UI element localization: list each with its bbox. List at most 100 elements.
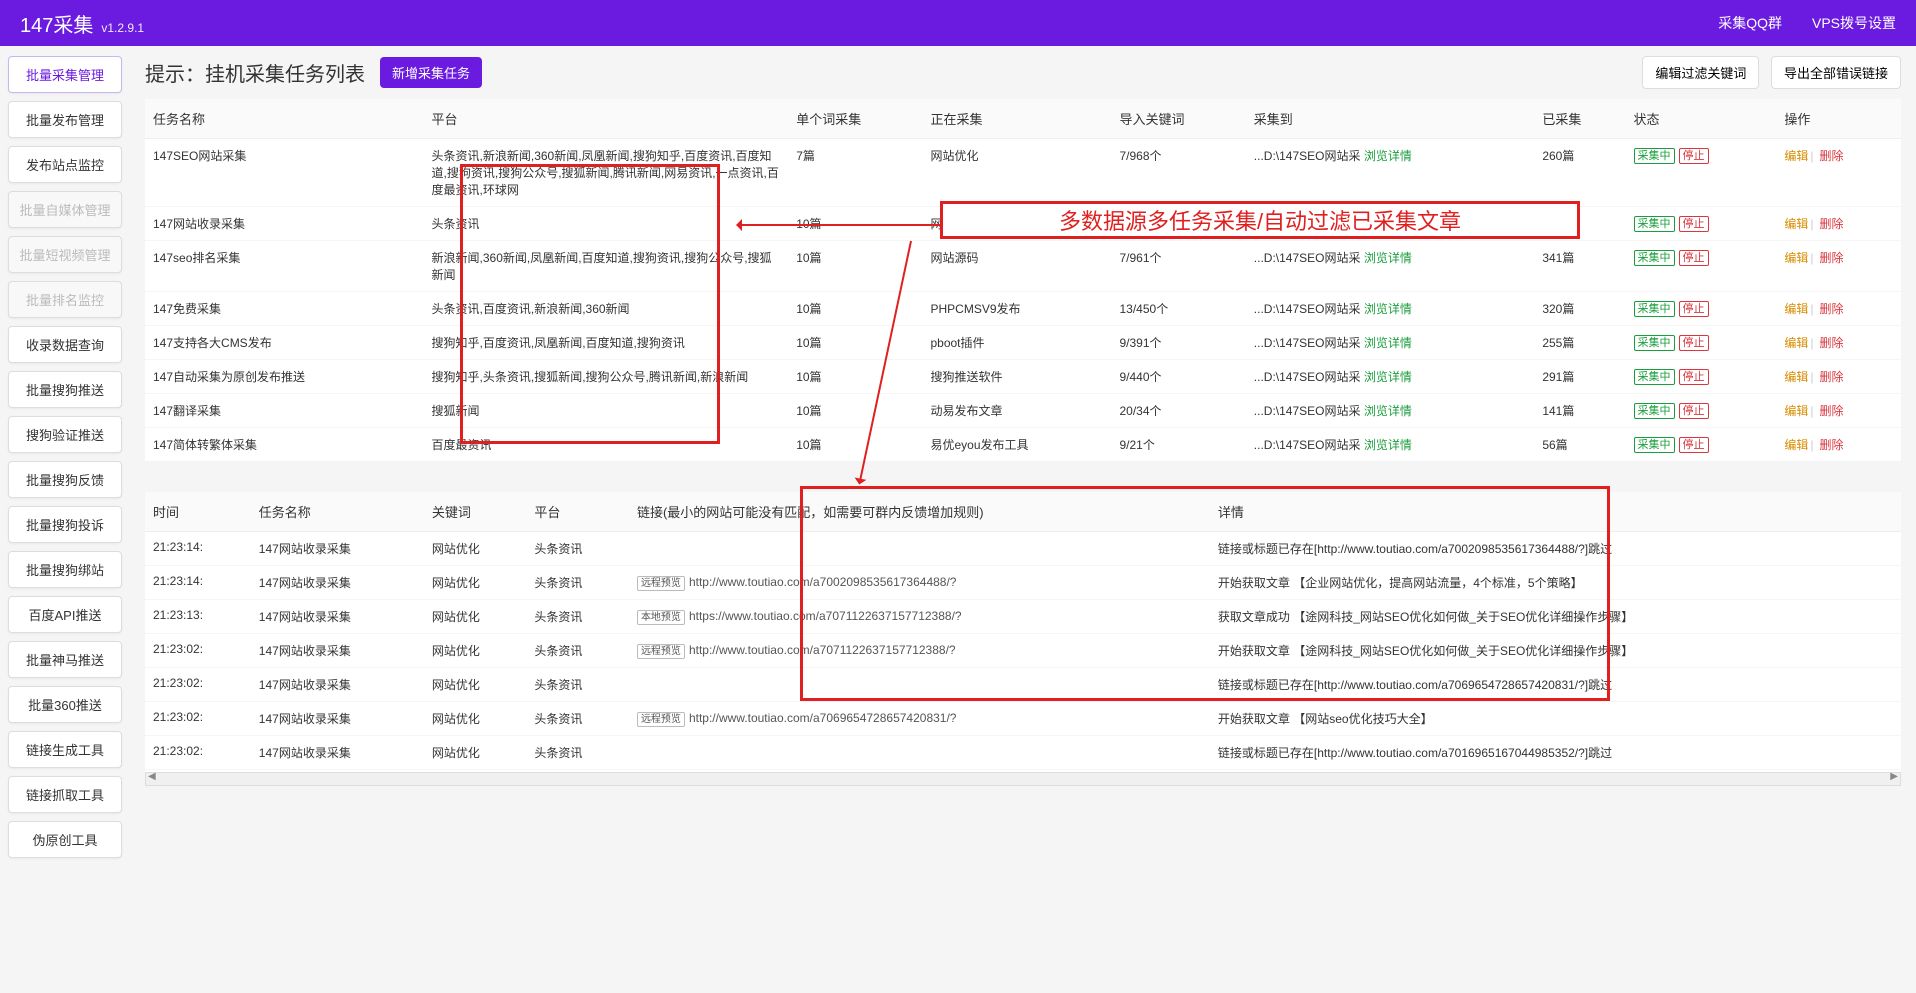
log-time: 21:23:14:: [145, 566, 251, 600]
task-current: pboot插件: [922, 326, 1111, 360]
local-preview-button[interactable]: 本地预览: [637, 610, 685, 625]
sidebar-item-17[interactable]: 伪原创工具: [8, 821, 122, 858]
edit-filter-button[interactable]: 编辑过滤关键词: [1642, 56, 1759, 89]
delete-link[interactable]: 删除: [1819, 370, 1843, 384]
edit-link[interactable]: 编辑: [1784, 438, 1808, 452]
stop-button[interactable]: 停止: [1679, 403, 1709, 419]
task-ops: 编辑|删除: [1776, 207, 1901, 241]
log-url[interactable]: http://www.toutiao.com/a7071122637157712…: [689, 643, 956, 657]
sidebar-item-7[interactable]: 批量搜狗推送: [8, 371, 122, 408]
browse-detail-link[interactable]: 浏览详情: [1364, 438, 1412, 452]
log-col-header: 时间: [145, 492, 251, 532]
log-detail: 链接或标题已存在[http://www.toutiao.com/a7002098…: [1210, 532, 1901, 566]
log-platform: 头条资讯: [526, 702, 629, 736]
sidebar-item-3: 批量自媒体管理: [8, 191, 122, 228]
delete-link[interactable]: 删除: [1819, 438, 1843, 452]
status-running-badge: 采集中: [1634, 301, 1675, 317]
log-panel: 时间任务名称关键词平台链接(最小的网站可能没有匹配，如需要可群内反馈增加规则)详…: [145, 492, 1901, 786]
export-errors-button[interactable]: 导出全部错误链接: [1771, 56, 1901, 89]
sidebar-item-4: 批量短视频管理: [8, 236, 122, 273]
edit-link[interactable]: 编辑: [1784, 217, 1808, 231]
task-current: 动易发布文章: [922, 394, 1111, 428]
stop-button[interactable]: 停止: [1679, 216, 1709, 232]
task-platform: 搜狐新闻: [424, 394, 789, 428]
sidebar-item-0[interactable]: 批量采集管理: [8, 56, 122, 93]
sidebar-item-1[interactable]: 批量发布管理: [8, 101, 122, 138]
edit-link[interactable]: 编辑: [1784, 149, 1808, 163]
stop-button[interactable]: 停止: [1679, 250, 1709, 266]
stop-button[interactable]: 停止: [1679, 148, 1709, 164]
browse-detail-link[interactable]: 浏览详情: [1364, 302, 1412, 316]
log-link: 远程预览 http://www.toutiao.com/a707112263715…: [629, 634, 1210, 668]
browse-detail-link[interactable]: 浏览详情: [1364, 149, 1412, 163]
browse-detail-link[interactable]: 浏览详情: [1364, 251, 1412, 265]
stop-button[interactable]: 停止: [1679, 437, 1709, 453]
task-keywords: 9/21个: [1112, 428, 1246, 462]
log-url[interactable]: https://www.toutiao.com/a707112263715771…: [689, 609, 962, 623]
task-current: 网站源码: [922, 241, 1111, 292]
log-row: 21:23:14:147网站收录采集网站优化头条资讯远程预览http://www…: [145, 566, 1901, 600]
log-row: 21:23:13:147网站收录采集网站优化头条资讯本地预览https://ww…: [145, 600, 1901, 634]
task-current: 网站优化: [922, 139, 1111, 207]
task-platform: 头条资讯,百度资讯,新浪新闻,360新闻: [424, 292, 789, 326]
stop-button[interactable]: 停止: [1679, 301, 1709, 317]
log-task: 147网站收录采集: [251, 736, 424, 770]
edit-link[interactable]: 编辑: [1784, 251, 1808, 265]
edit-link[interactable]: 编辑: [1784, 404, 1808, 418]
edit-link[interactable]: 编辑: [1784, 302, 1808, 316]
sidebar-item-6[interactable]: 收录数据查询: [8, 326, 122, 363]
edit-link[interactable]: 编辑: [1784, 336, 1808, 350]
delete-link[interactable]: 删除: [1819, 149, 1843, 163]
delete-link[interactable]: 删除: [1819, 302, 1843, 316]
remote-preview-button[interactable]: 远程预览: [637, 576, 685, 591]
delete-link[interactable]: 删除: [1819, 336, 1843, 350]
log-detail: 开始获取文章 【途网科技_网站SEO优化如何做_关于SEO优化详细操作步骤】: [1210, 634, 1901, 668]
task-dest: ...D:\147SEO网站采 浏览详情: [1246, 241, 1535, 292]
task-row: 147自动采集为原创发布推送搜狗知乎,头条资讯,搜狐新闻,搜狗公众号,腾讯新闻,…: [145, 360, 1901, 394]
qq-group-link[interactable]: 采集QQ群: [1718, 13, 1782, 33]
sidebar-item-2[interactable]: 发布站点监控: [8, 146, 122, 183]
horizontal-scrollbar[interactable]: [145, 772, 1901, 786]
delete-link[interactable]: 删除: [1819, 217, 1843, 231]
sidebar-item-14[interactable]: 批量360推送: [8, 686, 122, 723]
stop-button[interactable]: 停止: [1679, 335, 1709, 351]
stop-button[interactable]: 停止: [1679, 369, 1709, 385]
log-time: 21:23:02:: [145, 702, 251, 736]
sidebar-item-15[interactable]: 链接生成工具: [8, 731, 122, 768]
browse-detail-link[interactable]: 浏览详情: [1364, 404, 1412, 418]
remote-preview-button[interactable]: 远程预览: [637, 712, 685, 727]
sidebar-item-11[interactable]: 批量搜狗绑站: [8, 551, 122, 588]
task-row: 147翻译采集搜狐新闻10篇动易发布文章20/34个...D:\147SEO网站…: [145, 394, 1901, 428]
status-running-badge: 采集中: [1634, 148, 1675, 164]
sidebar-item-10[interactable]: 批量搜狗投诉: [8, 506, 122, 543]
edit-link[interactable]: 编辑: [1784, 370, 1808, 384]
log-row: 21:23:02:147网站收录采集网站优化头条资讯远程预览http://www…: [145, 634, 1901, 668]
sidebar-item-16[interactable]: 链接抓取工具: [8, 776, 122, 813]
task-dest: ...D:\147SEO网站采 浏览详情: [1246, 139, 1535, 207]
task-keywords: 7/968个: [1112, 139, 1246, 207]
task-name: 147自动采集为原创发布推送: [145, 360, 424, 394]
delete-link[interactable]: 删除: [1819, 251, 1843, 265]
delete-link[interactable]: 删除: [1819, 404, 1843, 418]
log-col-header: 平台: [526, 492, 629, 532]
vps-settings-link[interactable]: VPS拨号设置: [1812, 13, 1896, 33]
browse-detail-link[interactable]: 浏览详情: [1364, 370, 1412, 384]
log-url[interactable]: http://www.toutiao.com/a7069654728657420…: [689, 711, 957, 725]
sidebar-item-5: 批量排名监控: [8, 281, 122, 318]
log-keyword: 网站优化: [424, 532, 527, 566]
add-task-button[interactable]: 新增采集任务: [380, 57, 482, 88]
task-status: 采集中停止: [1626, 139, 1777, 207]
browse-detail-link[interactable]: 浏览详情: [1364, 336, 1412, 350]
log-detail: 开始获取文章 【网站seo优化技巧大全】: [1210, 702, 1901, 736]
log-url[interactable]: http://www.toutiao.com/a7002098535617364…: [689, 575, 957, 589]
task-platform: 新浪新闻,360新闻,凤凰新闻,百度知道,搜狗资讯,搜狗公众号,搜狐新闻: [424, 241, 789, 292]
sidebar-item-8[interactable]: 搜狗验证推送: [8, 416, 122, 453]
remote-preview-button[interactable]: 远程预览: [637, 644, 685, 659]
sidebar-item-12[interactable]: 百度API推送: [8, 596, 122, 633]
sidebar-item-13[interactable]: 批量神马推送: [8, 641, 122, 678]
sidebar-item-9[interactable]: 批量搜狗反馈: [8, 461, 122, 498]
task-perword: 10篇: [788, 326, 922, 360]
log-task: 147网站收录采集: [251, 668, 424, 702]
task-current: 易优eyou发布工具: [922, 428, 1111, 462]
top-bar: 147采集 v1.2.9.1 采集QQ群 VPS拨号设置: [0, 0, 1916, 46]
